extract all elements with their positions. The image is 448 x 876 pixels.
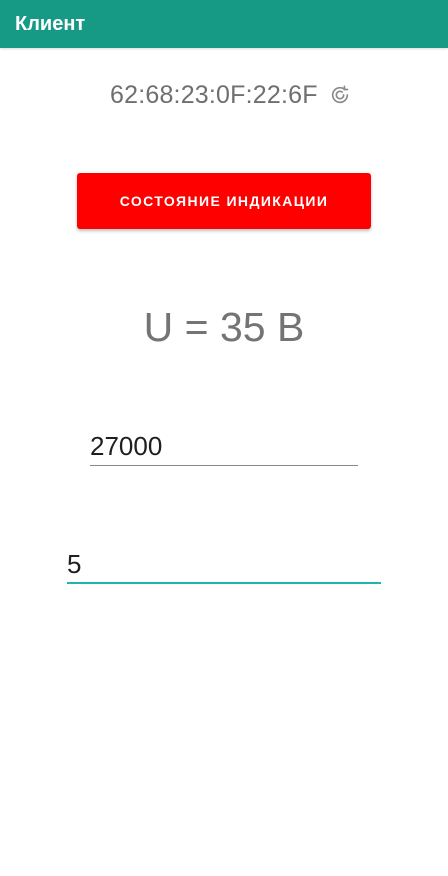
refresh-icon[interactable] xyxy=(328,83,352,107)
value-input-1[interactable] xyxy=(90,428,358,466)
indication-state-button[interactable]: СОСТОЯНИЕ ИНДИКАЦИИ xyxy=(77,173,371,229)
value-input-2[interactable] xyxy=(67,546,381,584)
app-title: Клиент xyxy=(15,12,86,35)
device-address-row: 62:68:23:0F:22:6F xyxy=(110,78,352,112)
app-bar: Клиент xyxy=(0,0,448,48)
mac-address: 62:68:23:0F:22:6F xyxy=(110,80,318,109)
voltage-readout: U = 35 B xyxy=(143,304,305,350)
